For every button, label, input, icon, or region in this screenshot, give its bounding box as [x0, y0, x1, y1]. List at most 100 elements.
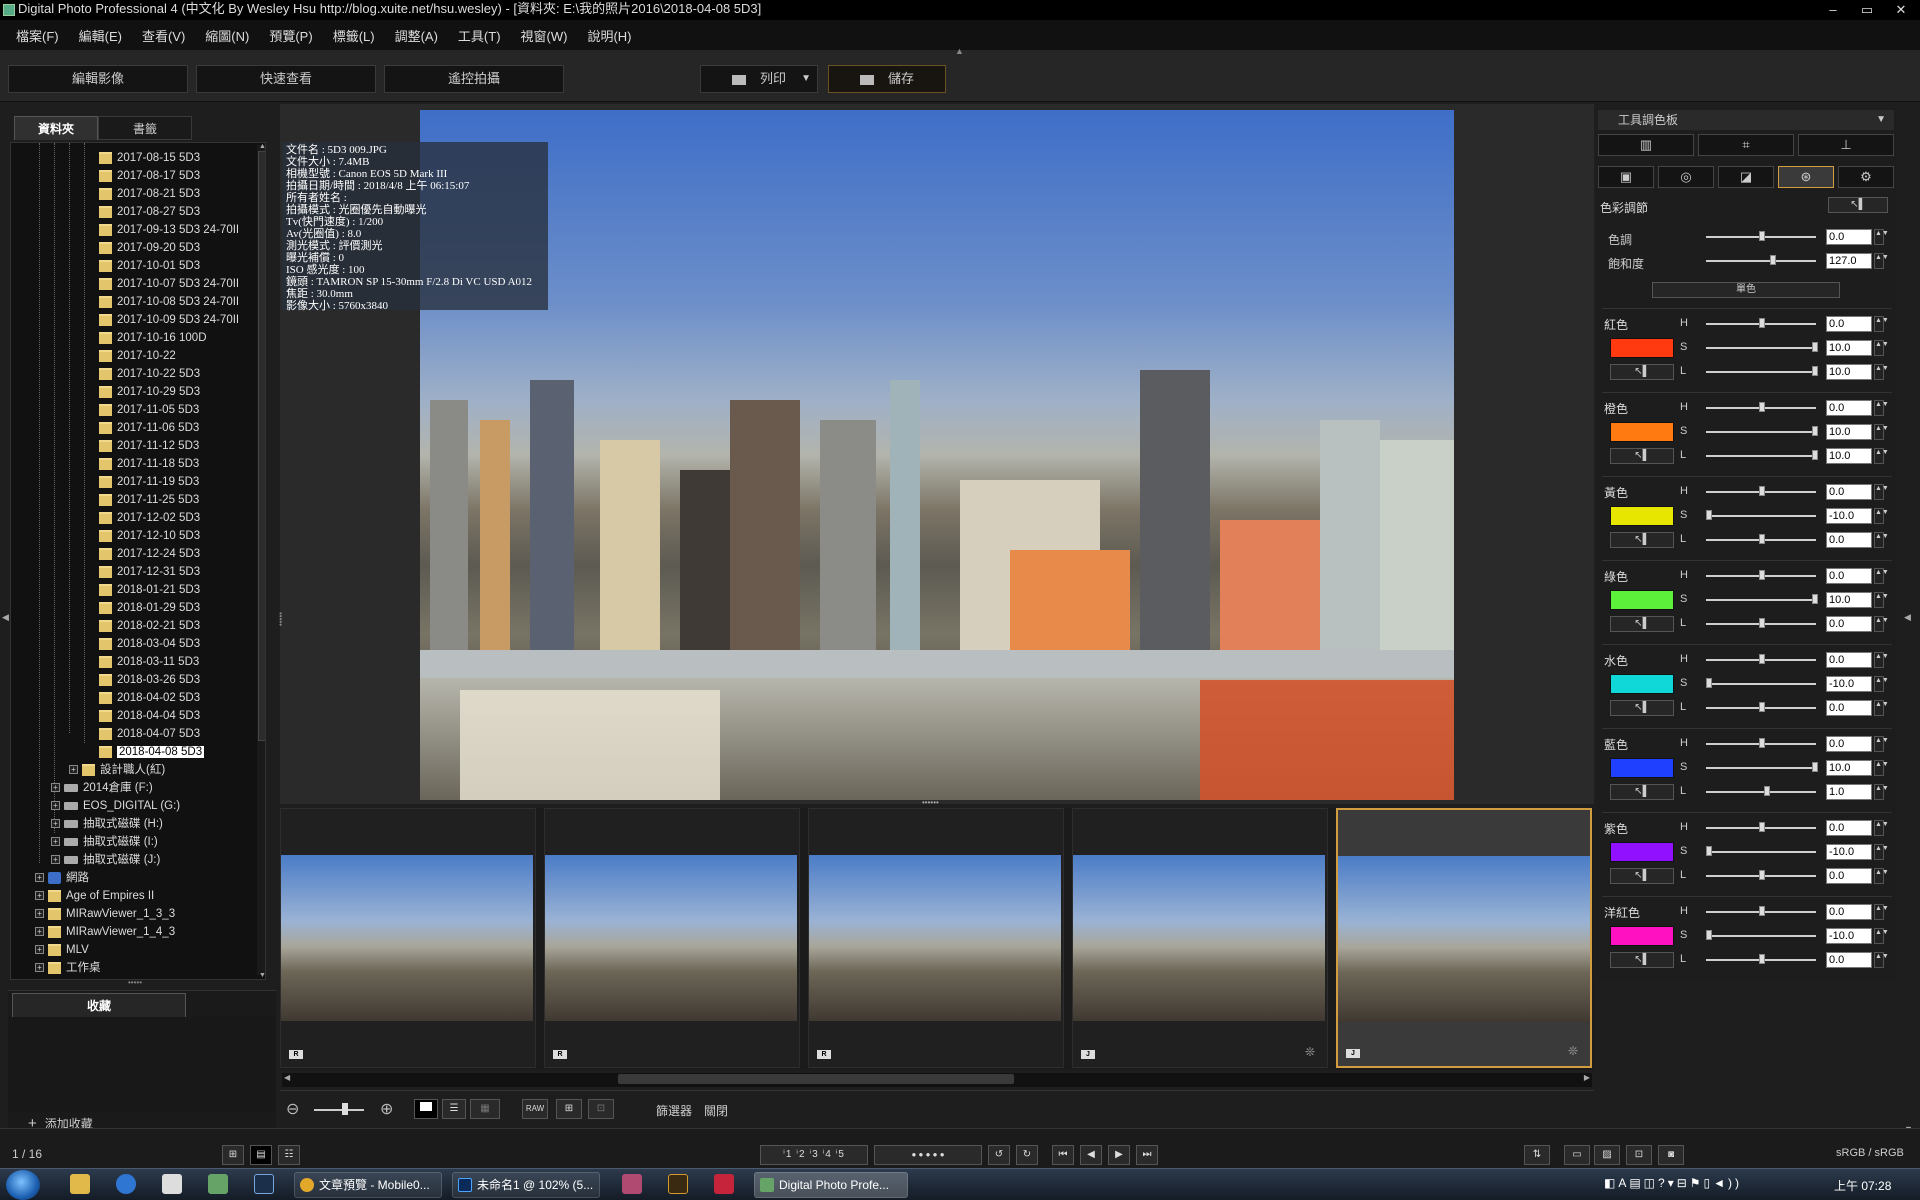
color-h-value[interactable]: 0.0	[1826, 484, 1872, 500]
zoom-out-icon[interactable]: ⊖	[286, 1099, 299, 1119]
filmstrip-scroll-thumb[interactable]	[618, 1074, 1014, 1084]
maximize-button[interactable]: ▭	[1852, 0, 1882, 20]
hue-value-spinner[interactable]: ▲▼	[1874, 229, 1889, 245]
color-l-value[interactable]: 10.0	[1826, 364, 1872, 380]
tree-item[interactable]: + 抽取式磁碟 (H:)	[51, 815, 163, 833]
color-l-value[interactable]: 0.0	[1826, 700, 1872, 716]
tree-folder-item[interactable]: 2018-04-07 5D3	[99, 725, 200, 743]
color-reset-button[interactable]: ↖▌	[1610, 616, 1674, 632]
tree-item[interactable]: + 設計職人(紅)	[69, 761, 165, 779]
color-l-slider-track[interactable]	[1706, 371, 1816, 373]
tree-item[interactable]: + EOS_DIGITAL (G:)	[51, 797, 180, 815]
color-h-slider-knob[interactable]	[1759, 402, 1765, 412]
dpp-quick-icon[interactable]	[208, 1174, 228, 1194]
color-l-slider-knob[interactable]	[1759, 534, 1765, 544]
grid-view-icon[interactable]: ⊞	[556, 1099, 582, 1119]
color-reset-button[interactable]: ↖▌	[1610, 364, 1674, 380]
menu-help[interactable]: 說明(H)	[577, 26, 641, 45]
color-s-slider-knob[interactable]	[1812, 762, 1818, 772]
color-h-value[interactable]: 0.0	[1826, 316, 1872, 332]
tree-folder-item[interactable]: 2018-03-11 5D3	[99, 653, 199, 671]
color-h-value-spinner[interactable]: ▲▼	[1874, 904, 1889, 920]
list-view-icon[interactable]: ☰	[442, 1099, 466, 1119]
color-s-slider-knob[interactable]	[1812, 594, 1818, 604]
tree-item[interactable]: + 工作桌	[35, 959, 101, 977]
tree-folder-item[interactable]: 2017-10-01 5D3	[99, 257, 200, 275]
color-s-slider-track[interactable]	[1706, 851, 1816, 853]
expand-icon[interactable]: +	[35, 891, 44, 901]
color-h-value[interactable]: 0.0	[1826, 904, 1872, 920]
color-l-value-spinner[interactable]: ▲▼	[1874, 616, 1889, 632]
expand-icon[interactable]: +	[51, 819, 60, 829]
expand-icon[interactable]: +	[69, 765, 78, 775]
tree-folder-item[interactable]: 2017-08-27 5D3	[99, 203, 200, 221]
tab-bookmarks[interactable]: 書籤	[98, 116, 192, 140]
expand-icon[interactable]: +	[51, 783, 60, 793]
ie-icon[interactable]	[116, 1174, 136, 1194]
tree-folder-item[interactable]: 2017-09-20 5D3	[99, 239, 200, 257]
zoom-slider[interactable]	[314, 1109, 364, 1111]
expand-icon[interactable]: +	[35, 945, 44, 955]
color-h-slider-knob[interactable]	[1759, 318, 1765, 328]
tab-favorites[interactable]: 收藏	[12, 993, 186, 1017]
thumbnail-image[interactable]	[809, 855, 1061, 1021]
tree-folder-item[interactable]: 2017-12-24 5D3	[99, 545, 200, 563]
expand-icon[interactable]: +	[35, 873, 44, 883]
color-s-value-spinner[interactable]: ▲▼	[1874, 340, 1889, 356]
color-s-slider-knob[interactable]	[1706, 846, 1712, 856]
tree-item[interactable]: + Age of Empires II	[35, 887, 154, 905]
tree-folder-item[interactable]: 2017-10-29 5D3	[99, 383, 200, 401]
color-reset-button[interactable]: ↖▌	[1610, 952, 1674, 968]
color-l-value-spinner[interactable]: ▲▼	[1874, 952, 1889, 968]
color-h-slider-knob[interactable]	[1759, 654, 1765, 664]
task-photoshop[interactable]: 未命名1 @ 102% (5...	[452, 1172, 600, 1198]
left-splitter-handle[interactable]: •••••	[276, 612, 285, 626]
color-s-slider-track[interactable]	[1706, 935, 1816, 937]
color-reset-button[interactable]: ↖▌	[1610, 532, 1674, 548]
app-icon-5[interactable]	[714, 1174, 734, 1194]
tree-folder-item[interactable]: 2017-09-13 5D3 24-70II	[99, 221, 239, 239]
app-icon-3[interactable]	[622, 1174, 642, 1194]
rating-buttons[interactable]: ⁱ1 ⁱ2 ⁱ3 ⁱ4 ⁱ5	[760, 1145, 868, 1165]
tab-lens[interactable]: ◎	[1658, 166, 1714, 188]
image-preview[interactable]	[420, 110, 1454, 800]
tree-item[interactable]: + 網路	[35, 869, 89, 887]
color-h-value[interactable]: 0.0	[1826, 652, 1872, 668]
color-s-value[interactable]: -10.0	[1826, 928, 1872, 944]
color-h-value[interactable]: 0.0	[1826, 400, 1872, 416]
color-l-value[interactable]: 0.0	[1826, 532, 1872, 548]
single-view-icon[interactable]	[414, 1099, 438, 1119]
tree-folder-item[interactable]: 2018-04-08 5D3	[99, 743, 205, 761]
first-image-icon[interactable]: ⏮	[1052, 1145, 1074, 1165]
left-panel-toggle-icon[interactable]: ◀	[2, 612, 9, 623]
filter-close-button[interactable]: 關閉	[704, 1102, 728, 1119]
tree-folder-item[interactable]: 2017-10-07 5D3 24-70II	[99, 275, 239, 293]
thumbnail-item[interactable]: R	[280, 808, 536, 1068]
menu-view[interactable]: 查看(V)	[132, 26, 195, 45]
tab-color-adjust[interactable]: ⊛	[1778, 166, 1834, 188]
color-l-value-spinner[interactable]: ▲▼	[1874, 700, 1889, 716]
color-h-value-spinner[interactable]: ▲▼	[1874, 568, 1889, 584]
color-l-slider-track[interactable]	[1706, 455, 1816, 457]
navigator-icon[interactable]: ⊡	[1626, 1145, 1652, 1165]
tree-folder-item[interactable]: 2017-12-10 5D3	[99, 527, 200, 545]
bridge-icon[interactable]	[668, 1174, 688, 1194]
expand-icon[interactable]: +	[51, 837, 60, 847]
system-tray-icons[interactable]: ◧A▤◫?▾⊟⚑▯◄))	[1604, 1176, 1742, 1190]
color-s-value[interactable]: 10.0	[1826, 424, 1872, 440]
color-l-value[interactable]: 0.0	[1826, 616, 1872, 632]
tree-folder-item[interactable]: 2017-08-21 5D3	[99, 185, 200, 203]
color-s-slider-knob[interactable]	[1812, 342, 1818, 352]
reset-all-button[interactable]: ↖▌	[1828, 197, 1888, 213]
color-reset-button[interactable]: ↖▌	[1610, 700, 1674, 716]
start-button[interactable]	[6, 1170, 40, 1200]
print-dropdown-icon[interactable]: ▼	[801, 66, 811, 92]
color-reset-button[interactable]: ↖▌	[1610, 784, 1674, 800]
layout-filmstrip-icon[interactable]: ▤	[250, 1145, 272, 1165]
color-l-value[interactable]: 1.0	[1826, 784, 1872, 800]
expand-icon[interactable]: +	[35, 909, 44, 919]
tree-folder-item[interactable]: 2018-01-29 5D3	[99, 599, 200, 617]
color-l-value[interactable]: 10.0	[1826, 448, 1872, 464]
color-h-value-spinner[interactable]: ▲▼	[1874, 400, 1889, 416]
zoom-slider-knob[interactable]	[342, 1103, 348, 1115]
